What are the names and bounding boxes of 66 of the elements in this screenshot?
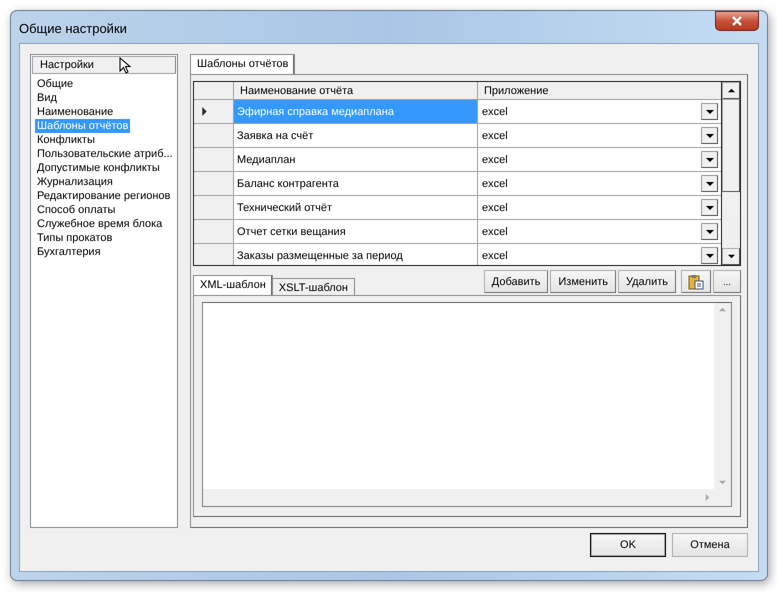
- table-cell[interactable]: Технический отчёт: [234, 196, 478, 219]
- dropdown-button[interactable]: [701, 223, 718, 240]
- table-cell: excel: [482, 154, 508, 166]
- mouse-cursor-icon: [119, 57, 131, 75]
- dropdown-button[interactable]: [701, 175, 718, 192]
- settings-item[interactable]: Конфликты: [35, 133, 97, 147]
- caret-icon: [706, 228, 714, 236]
- settings-item[interactable]: Служебное время блока: [35, 217, 164, 231]
- table-cell: excel: [482, 130, 508, 142]
- dropdown-button[interactable]: [701, 199, 718, 216]
- toolbar-button[interactable]: Добавить: [484, 270, 548, 293]
- clipboard-icon: [688, 274, 704, 290]
- table-cell: excel: [482, 106, 508, 118]
- scrollbar[interactable]: [714, 303, 731, 489]
- caret-icon: [706, 204, 714, 212]
- column-header[interactable]: Приложение: [478, 82, 721, 99]
- dialog-button[interactable]: Отмена: [672, 532, 748, 556]
- table-cell[interactable]: Заявка на счёт: [234, 124, 478, 147]
- window-title: Общие настройки: [19, 20, 127, 36]
- table-cell[interactable]: Баланс контрагента: [234, 172, 478, 195]
- table-cell: excel: [482, 178, 508, 190]
- scroll-down-icon: [719, 479, 726, 486]
- toolbar-button[interactable]: Изменить: [550, 270, 616, 293]
- close-button[interactable]: [715, 11, 759, 31]
- dropdown-button[interactable]: [701, 127, 718, 144]
- table-cell[interactable]: Медиаплан: [234, 148, 478, 171]
- close-icon: [731, 16, 743, 26]
- caret-icon: [706, 180, 714, 188]
- settings-item[interactable]: Пользовательские атриб...: [35, 147, 175, 161]
- table-cell: excel: [482, 250, 508, 262]
- dropdown-button[interactable]: [701, 151, 718, 168]
- settings-item[interactable]: Журнализация: [35, 175, 115, 189]
- caret-icon: [706, 132, 714, 140]
- scroll-up-icon: [719, 306, 726, 313]
- scroll-right-icon: [704, 494, 711, 501]
- tab[interactable]: Шаблоны отчётов: [190, 54, 296, 74]
- column-header[interactable]: Настройки: [32, 56, 176, 74]
- tab[interactable]: XSLT-шаблон: [272, 278, 355, 295]
- paste-button[interactable]: [681, 270, 711, 293]
- scroll-up-icon: [728, 87, 734, 94]
- row-pointer-icon: [200, 107, 209, 116]
- scroll-down-icon: [728, 253, 734, 260]
- caret-icon: [706, 252, 714, 260]
- settings-item[interactable]: Допустимые конфликты: [35, 161, 162, 175]
- settings-item[interactable]: Способ оплаты: [35, 203, 118, 217]
- settings-item[interactable]: Редактирование регионов: [35, 189, 172, 203]
- scrollbar[interactable]: [721, 82, 740, 265]
- settings-item[interactable]: Общие: [35, 77, 76, 91]
- dropdown-button[interactable]: [701, 247, 718, 264]
- settings-item[interactable]: Вид: [35, 91, 59, 105]
- table-cell[interactable]: Отчет сетки вещания: [234, 220, 478, 243]
- dropdown-button[interactable]: [701, 103, 718, 120]
- table-cell[interactable]: Заказы размещенные за период: [234, 244, 478, 265]
- dialog-button[interactable]: OK: [590, 532, 666, 556]
- scrollbar[interactable]: [203, 489, 714, 506]
- settings-item[interactable]: Наименование: [35, 105, 116, 119]
- caret-icon: [706, 156, 714, 164]
- settings-item[interactable]: Типы прокатов: [35, 231, 114, 245]
- table-cell: excel: [482, 202, 508, 214]
- column-header[interactable]: Наименование отчёта: [234, 82, 478, 99]
- toolbar-button[interactable]: Удалить: [618, 270, 676, 293]
- table-cell: excel: [482, 226, 508, 238]
- more-button[interactable]: ...: [713, 270, 741, 293]
- tab[interactable]: XML-шаблон: [193, 275, 273, 295]
- caret-icon: [706, 108, 714, 116]
- settings-item[interactable]: Бухгалтерия: [35, 245, 103, 259]
